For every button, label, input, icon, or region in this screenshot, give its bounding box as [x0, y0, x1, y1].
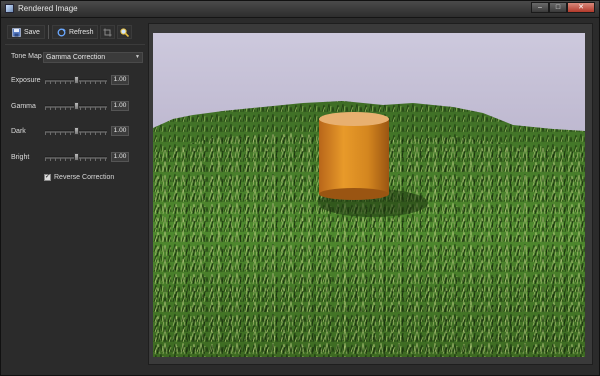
bright-slider[interactable] [45, 152, 109, 162]
exposure-slider[interactable] [45, 75, 109, 85]
tonemap-select[interactable]: Gamma Correction ▼ [43, 52, 143, 63]
bright-label: Bright [11, 154, 30, 161]
cylinder-top [319, 112, 389, 126]
title-bar[interactable]: Rendered Image – □ ✕ [1, 1, 599, 18]
slider-handle[interactable] [74, 102, 79, 110]
crop-icon [103, 28, 112, 37]
reverse-correction-row[interactable]: ✓ Reverse Correction [44, 174, 114, 181]
rendered-image-view[interactable] [153, 33, 585, 357]
slider-handle[interactable] [74, 153, 79, 161]
maximize-button[interactable]: □ [549, 2, 567, 13]
slider-handle[interactable] [74, 76, 79, 84]
crop-button[interactable] [100, 25, 116, 39]
refresh-label: Refresh [68, 28, 94, 36]
gamma-label: Gamma [11, 103, 36, 110]
foreground-grass [153, 283, 585, 357]
gamma-value[interactable]: 1.00 [111, 101, 129, 111]
dark-value[interactable]: 1.00 [111, 126, 129, 136]
tonemap-label: Tone Map [11, 53, 42, 60]
rendered-scene [153, 33, 585, 357]
zoom-button[interactable] [117, 25, 133, 39]
cylinder-bottom [319, 188, 389, 200]
gamma-slider[interactable] [45, 101, 109, 111]
rendered-image-window: Rendered Image – □ ✕ Save Refresh Tone M… [0, 0, 600, 376]
tonemap-value: Gamma Correction [46, 54, 106, 61]
toolbar: Save Refresh [7, 24, 133, 40]
save-button[interactable]: Save [7, 25, 45, 39]
window-title: Rendered Image [18, 4, 78, 13]
close-button[interactable]: ✕ [567, 2, 595, 13]
bright-value[interactable]: 1.00 [111, 152, 129, 162]
toolbar-divider [5, 44, 145, 45]
settings-panel: Save Refresh Tone Map Gamma Correction ▼… [1, 18, 147, 375]
exposure-label: Exposure [11, 77, 41, 84]
reverse-correction-label: Reverse Correction [54, 174, 115, 181]
window-controls: – □ ✕ [531, 2, 595, 14]
toolbar-separator [47, 25, 49, 39]
save-icon [12, 27, 21, 37]
slider-handle[interactable] [74, 127, 79, 135]
refresh-button[interactable]: Refresh [51, 25, 99, 39]
app-icon [5, 4, 14, 13]
dropdown-arrow-icon: ▼ [135, 54, 140, 60]
zoom-icon [120, 27, 130, 37]
exposure-value[interactable]: 1.00 [111, 75, 129, 85]
save-label: Save [24, 28, 40, 36]
cylinder-body [319, 119, 389, 194]
refresh-icon [57, 28, 66, 37]
dark-slider[interactable] [45, 126, 109, 136]
reverse-correction-checkbox[interactable]: ✓ [44, 174, 51, 181]
minimize-button[interactable]: – [531, 2, 549, 13]
dark-label: Dark [11, 128, 26, 135]
